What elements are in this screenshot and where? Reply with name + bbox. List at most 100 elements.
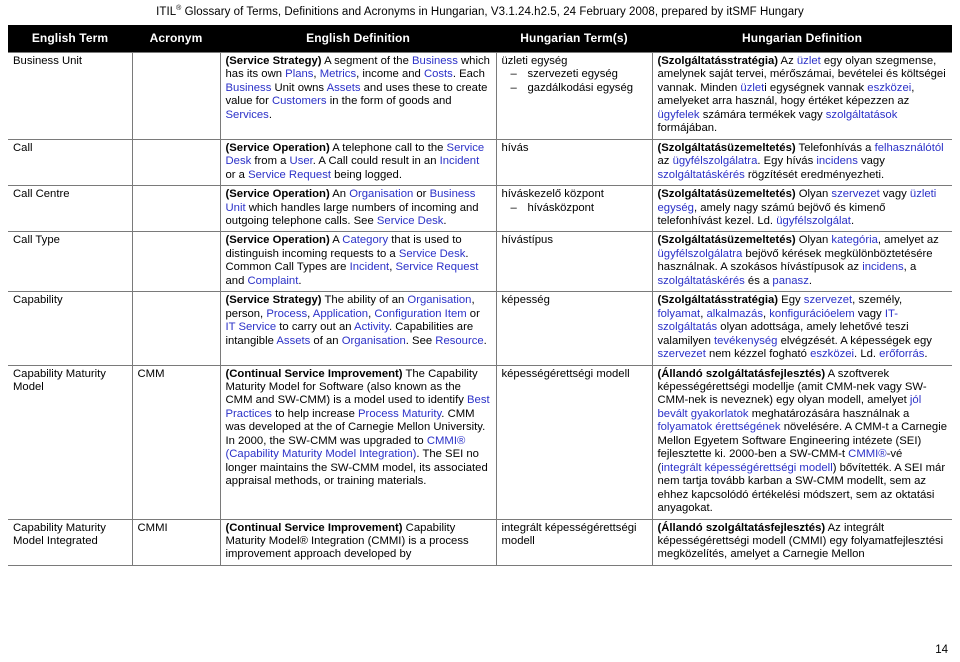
glossary-link[interactable]: User [290,155,313,167]
table-row: Capability Maturity Model Integrated CMMI… [8,518,952,566]
glossary-link[interactable]: Incident [350,261,390,273]
cell-english-definition: (Service Strategy) The ability of an Org… [219,291,497,366]
glossary-link[interactable]: incidens [862,261,903,273]
glossary-link[interactable]: jól bevált gyakorlatok [658,394,922,419]
cell-hungarian-definition: (Szolgáltatásstratégia) Egy szervezet, s… [651,291,952,366]
hungarian-term-alternatives: szervezeti egységgazdálkodási egység [502,68,647,95]
glossary-link[interactable]: CMMI® [848,448,886,460]
column-header-english-term: English Term [8,25,132,53]
glossary-link[interactable]: Application [313,308,368,320]
glossary-link[interactable]: ügyfélszolgálatra [673,155,758,167]
column-header-english-definition: English Definition [220,25,496,53]
cell-acronym [131,138,221,187]
document-header: ITIL® Glossary of Terms, Definitions and… [8,0,952,25]
glossary-link[interactable]: Assets [276,335,310,347]
glossary-link[interactable]: ügyfélszolgálatra [658,248,743,260]
cell-acronym [131,185,221,233]
glossary-link[interactable]: eszközei [867,82,911,94]
glossary-link[interactable]: Configuration Item [374,308,466,320]
glossary-link[interactable]: Organisation [342,335,406,347]
glossary-link[interactable]: Service Desk [399,248,466,260]
hungarian-term-main: képességérettségi modell [501,367,630,380]
glossary-link[interactable]: Resource [435,335,483,347]
definition-category-label: (Szolgáltatásüzemeltetés) [657,188,796,201]
glossary-link[interactable]: Complaint [248,275,299,287]
cell-english-definition: (Continual Service Improvement) The Capa… [219,364,497,520]
glossary-link[interactable]: Service Request [395,261,478,273]
glossary-link[interactable]: Process [266,308,307,320]
glossary-link[interactable]: Business [226,82,272,94]
definition-category-label: (Szolgáltatásüzemeltetés) [657,141,796,154]
glossary-link[interactable]: szervezet [831,188,879,200]
glossary-link[interactable]: integrált képességérettségi modell [661,462,832,474]
column-header-hungarian-terms: Hungarian Term(s) [496,25,652,53]
hungarian-term-main: képesség [501,294,550,307]
cell-hungarian-definition: (Szolgáltatásüzemeltetés) Olyan szerveze… [651,185,952,233]
glossary-link[interactable]: kategória [831,234,877,246]
glossary-link[interactable]: szolgáltatáskérés [658,275,745,287]
cell-acronym: CMM [131,364,221,520]
glossary-link[interactable]: szervezet [658,348,706,360]
glossary-link[interactable]: ügyfélszolgálat [776,215,851,227]
glossary-link[interactable]: Service Request [248,169,331,181]
glossary-link[interactable]: Organisation [407,294,471,306]
glossary-link[interactable]: folyamatok érettségének [658,421,781,433]
glossary-link[interactable]: Organisation [349,188,413,200]
glossary-link[interactable]: konfigurációelem [769,308,854,320]
definition-category-label: (Service Operation) [225,234,330,247]
glossary-link[interactable]: panasz [772,275,808,287]
glossary-link[interactable]: tevékenység [714,335,777,347]
cell-hungarian-definition: (Szolgáltatásüzemeltetés) Telefonhívás a… [651,138,952,187]
glossary-link[interactable]: szolgáltatások [826,109,898,121]
glossary-link[interactable]: Assets [327,82,361,94]
hungarian-term-main: hívástípus [501,234,554,247]
glossary-link[interactable]: incidens [816,155,857,167]
glossary-link[interactable]: IT Service [226,321,277,333]
cell-hungarian-terms: hívástípus [495,231,653,293]
glossary-link[interactable]: Customers [272,95,327,107]
cell-english-term: Capability [8,291,133,366]
glossary-link[interactable]: CMMI® (Capability Maturity Model Integra… [226,435,466,460]
glossary-link[interactable]: szolgáltatáskérés [658,169,745,181]
glossary-link[interactable]: Business [412,55,458,67]
page-number: 14 [935,644,948,656]
glossary-link[interactable]: szervezet [804,294,852,306]
table-header: English Term Acronym English Definition … [8,25,952,53]
glossary-link[interactable]: Costs [424,68,453,80]
hungarian-term-main: üzleti egység [501,55,568,67]
glossary-link[interactable]: erőforrás [879,348,924,360]
glossary-link[interactable]: eszközei [810,348,854,360]
glossary-table: English Term Acronym English Definition … [8,25,952,566]
cell-english-definition: (Service Operation) An Organisation or B… [219,185,497,233]
glossary-link[interactable]: folyamat [658,308,701,320]
document-header-rest: Glossary of Terms, Definitions and Acron… [181,6,804,18]
glossary-link[interactable]: üzlet [740,82,764,94]
glossary-link[interactable]: Category [342,234,388,246]
hungarian-term-alternative: szervezeti egység [502,68,647,82]
definition-category-label: (Szolgáltatásstratégia) [657,294,779,307]
cell-english-term: Call Centre [8,185,133,233]
glossary-link[interactable]: Service Desk [377,215,444,227]
glossary-link[interactable]: üzlet [797,55,821,67]
cell-hungarian-definition: (Állandó szolgáltatásfejlesztés) Az inte… [651,518,952,566]
hungarian-term-main: integrált képességérettségi modell [501,521,637,547]
glossary-link[interactable]: alkalmazás [706,308,763,320]
glossary-link[interactable]: Metrics [320,68,356,80]
table-body: Business Unit (Service Strategy) A segmen… [8,52,952,566]
glossary-link[interactable]: ügyfelek [658,109,700,121]
hungarian-term-main: hívás [501,141,529,154]
glossary-link[interactable]: Services [226,109,269,121]
definition-category-label: (Continual Service Improvement) [225,521,403,534]
glossary-link[interactable]: Process Maturity [358,408,441,420]
cell-english-definition: (Service Operation) A telephone call to … [219,138,497,187]
glossary-link[interactable]: Activity [354,321,389,333]
cell-english-definition: (Service Operation) A Category that is u… [219,231,497,293]
table-header-row: English Term Acronym English Definition … [8,25,952,53]
glossary-link[interactable]: Incident [440,155,480,167]
definition-category-label: (Service Strategy) [225,294,322,307]
hungarian-term-alternatives: hívásközpont [502,202,647,216]
glossary-link[interactable]: Plans [285,68,313,80]
glossary-link[interactable]: felhasználótól [875,142,944,154]
definition-category-label: (Service Operation) [225,188,330,201]
table-row: Call (Service Operation) A telephone call… [8,138,952,187]
